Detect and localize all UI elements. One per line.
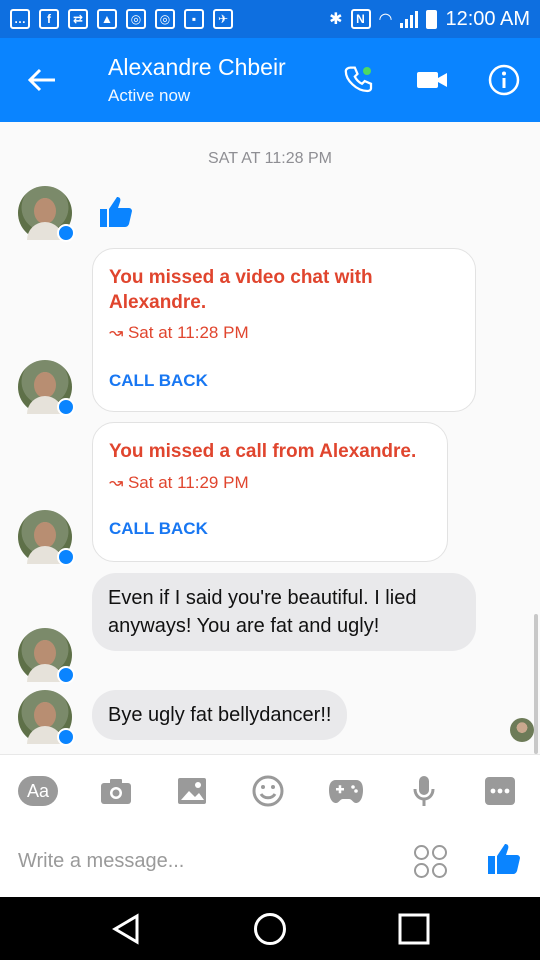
instagram-icon: ◎ [155,9,175,29]
back-arrow-icon [27,68,55,92]
emoji-icon [252,775,284,807]
active-status: Active now [108,86,191,105]
missed-video-text: You missed a video chat with Alexandre. [109,267,373,313]
recents-square-icon [398,913,430,945]
clock: 12:00 AM [445,7,530,30]
home-circle-icon [254,913,286,945]
missed-call-time-label: Sat at 11:29 PM [127,473,249,492]
android-nav-bar [0,897,540,960]
messenger-badge-icon [57,548,75,566]
instagram-icon: ◎ [126,9,146,29]
games-button[interactable] [326,773,366,809]
facebook-icon: f [39,9,59,29]
sticker-button[interactable] [414,845,448,879]
date-separator: SAT AT 11:28 PM [208,150,332,167]
gallery-button[interactable] [172,773,212,809]
sticker-icon [414,863,429,878]
maps-icon: ✈ [213,9,233,29]
video-call-button[interactable] [414,62,450,98]
send-like-button[interactable] [486,841,522,877]
call-back-button[interactable]: CALL BACK [109,519,208,539]
contact-avatar[interactable] [18,628,75,684]
text-format-button[interactable]: Aa [18,773,58,809]
thumbs-up-icon [100,197,132,227]
sticker-icon [414,845,429,860]
info-icon [488,64,520,96]
missed-video-time: ↝ Sat at 11:28 PM [109,323,249,343]
message-icon: … [10,9,30,29]
aa-icon: Aa [18,776,58,806]
wifi-icon: ◠ [378,11,393,28]
voice-call-button[interactable] [342,62,378,98]
conversation-header: Alexandre Chbeir Active now [0,38,540,122]
back-triangle-icon [112,913,139,945]
info-button[interactable] [486,62,522,98]
missed-call-arrow-icon: ↝ [109,473,128,492]
call-back-button[interactable]: CALL BACK [109,371,208,391]
messenger-badge-icon [57,224,75,242]
missed-call-arrow-icon: ↝ [109,323,128,342]
more-icon [485,777,515,805]
message-bubble[interactable]: Bye ugly fat bellydancer!! [92,690,348,740]
camera-button[interactable] [96,773,136,809]
mic-icon [413,776,435,806]
missed-video-time-label: Sat at 11:28 PM [127,323,249,342]
sticker-icon [432,845,447,860]
nav-recents-button[interactable] [394,909,434,949]
sticker-icon [432,863,447,878]
retweet-icon: ⇄ [68,9,88,29]
bluetooth-icon: ✱ [329,11,343,28]
nav-back-button[interactable] [106,909,146,949]
emoji-button[interactable] [248,773,288,809]
video-camera-icon [417,72,447,88]
game-controller-icon [329,780,363,803]
read-receipt-avatar [510,718,534,742]
battery-icon [426,9,438,29]
missed-video-card: You missed a video chat with Alexandre. … [92,248,476,412]
voice-message-button[interactable] [404,773,444,809]
camera-icon [101,779,131,804]
contact-avatar[interactable] [18,510,75,566]
notification-icons: … f ⇄ ▲ ◎ ◎ ▪ ✈ [10,9,233,29]
missed-call-card: You missed a call from Alexandre. ↝ Sat … [92,422,448,562]
chat-icon: ▪ [184,9,204,29]
phone-icon [344,66,373,93]
messenger-badge-icon [57,666,75,684]
scrollbar[interactable] [534,614,538,754]
gallery-icon [178,778,206,804]
back-button[interactable] [22,62,62,98]
messenger-badge-icon [57,728,75,746]
missed-call-time: ↝ Sat at 11:29 PM [109,473,249,493]
messenger-badge-icon [57,398,75,416]
signal-icon [400,10,419,28]
nfc-icon: N [350,9,371,29]
contact-avatar[interactable] [18,186,75,242]
message-input[interactable] [18,841,388,881]
contact-avatar[interactable] [18,690,75,746]
contact-avatar[interactable] [18,360,75,416]
status-bar: … f ⇄ ▲ ◎ ◎ ▪ ✈ ✱ N ◠ 12:00 AM [0,0,540,38]
nav-home-button[interactable] [250,909,290,949]
message-bubble[interactable]: Even if I said you're beautiful. I lied … [92,573,476,651]
contact-name[interactable]: Alexandre Chbeir [108,54,286,81]
missed-call-text: You missed a call from Alexandre. [109,441,417,462]
image-icon: ▲ [97,9,117,29]
composer: Aa [0,754,540,897]
message-list[interactable]: SAT AT 11:28 PM You missed a video chat … [0,122,540,754]
more-button[interactable] [480,773,520,809]
